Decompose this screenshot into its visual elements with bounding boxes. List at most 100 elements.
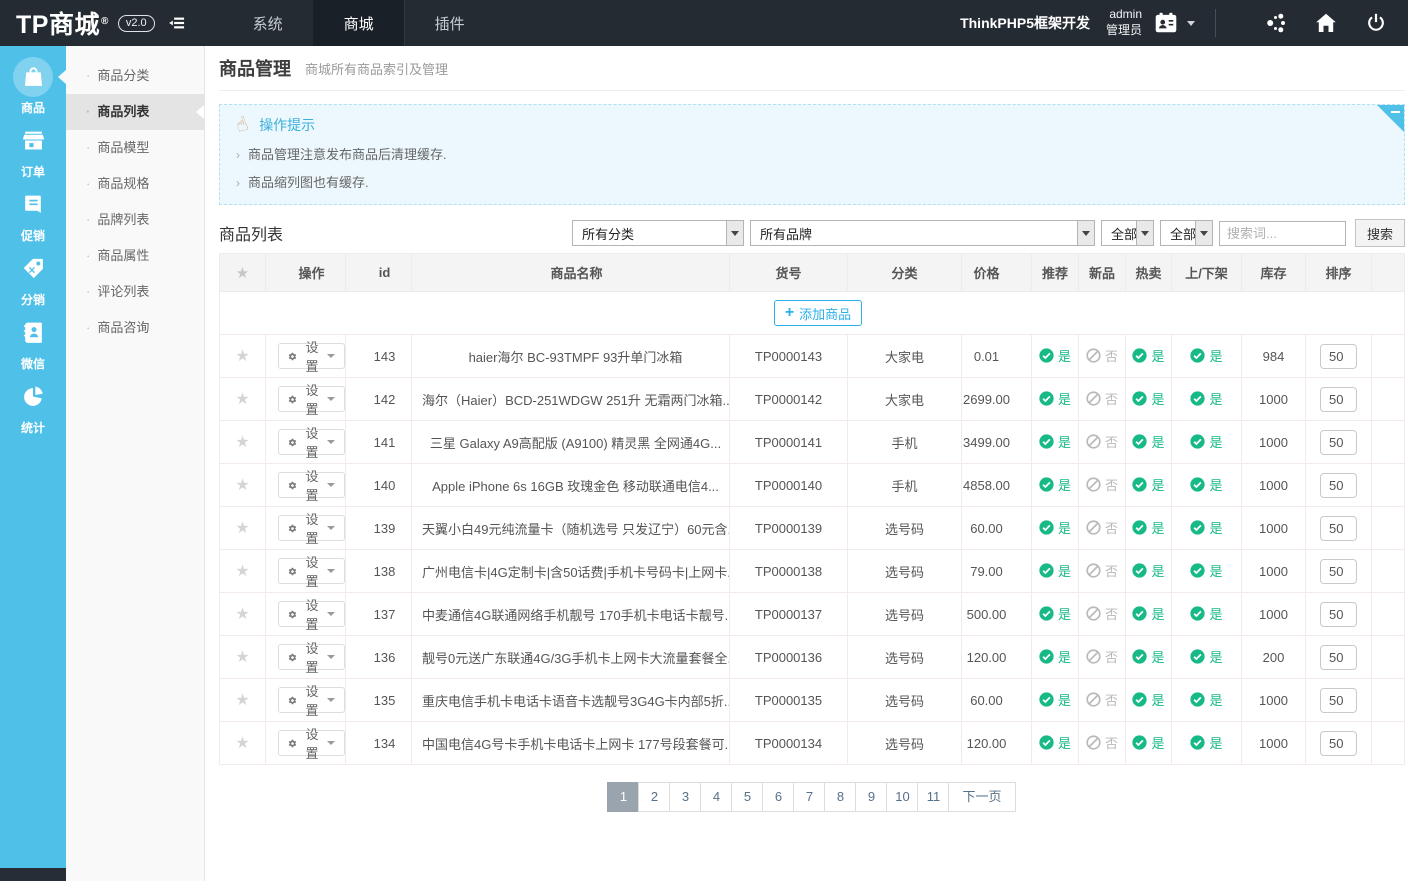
pagination-next-button[interactable]: 下一页 [948,782,1015,812]
status-no-badge[interactable]: 否 [1086,346,1118,365]
status-yes-badge[interactable]: 是 [1190,604,1222,623]
sort-input[interactable] [1320,602,1357,627]
submenu-item-3[interactable]: ·商品规格 [66,166,204,202]
pagination-page-button[interactable]: 2 [638,782,670,812]
status-yes-badge[interactable]: 是 [1039,733,1071,752]
topbar-menu-item-2[interactable]: 插件 [404,0,495,46]
star-icon[interactable]: ★ [235,348,249,365]
status-no-badge[interactable]: 否 [1086,690,1118,709]
star-icon[interactable]: ★ [235,391,249,408]
status-yes-badge[interactable]: 是 [1132,647,1164,666]
settings-button[interactable]: 设置 [278,644,345,670]
settings-button[interactable]: 设置 [278,429,345,455]
status-yes-badge[interactable]: 是 [1039,690,1071,709]
status-no-badge[interactable]: 否 [1086,561,1118,580]
status-no-badge[interactable]: 否 [1086,604,1118,623]
pagination-page-button[interactable]: 7 [793,782,825,812]
star-icon[interactable]: ★ [235,649,249,666]
star-icon[interactable]: ★ [235,477,249,494]
status-yes-badge[interactable]: 是 [1190,733,1222,752]
sort-input[interactable] [1320,645,1357,670]
sort-input[interactable] [1320,688,1357,713]
status-yes-badge[interactable]: 是 [1039,432,1071,451]
status-yes-badge[interactable]: 是 [1132,432,1164,451]
status-yes-badge[interactable]: 是 [1190,561,1222,580]
pagination-page-button[interactable]: 11 [917,782,949,812]
status-yes-badge[interactable]: 是 [1132,475,1164,494]
settings-button[interactable]: 设置 [278,343,345,369]
sidebar-item-wechat[interactable]: 微信 [0,310,66,374]
submenu-item-0[interactable]: ·商品分类 [66,58,204,94]
submenu-item-1[interactable]: ·商品列表 [66,94,204,130]
star-icon[interactable]: ★ [235,434,249,451]
pagination-page-button[interactable]: 10 [886,782,918,812]
category-select[interactable]: 所有分类 [572,220,744,246]
settings-button[interactable]: 设置 [278,558,345,584]
sort-input[interactable] [1320,516,1357,541]
status-yes-badge[interactable]: 是 [1039,518,1071,537]
submenu-item-5[interactable]: ·商品属性 [66,238,204,274]
status-yes-badge[interactable]: 是 [1039,346,1071,365]
submenu-item-7[interactable]: ·商品咨询 [66,310,204,346]
star-icon[interactable]: ★ [235,735,249,752]
status-yes-badge[interactable]: 是 [1190,647,1222,666]
status-no-badge[interactable]: 否 [1086,647,1118,666]
status-yes-badge[interactable]: 是 [1190,475,1222,494]
status-yes-badge[interactable]: 是 [1190,690,1222,709]
submenu-item-4[interactable]: ·品牌列表 [66,202,204,238]
status-yes-badge[interactable]: 是 [1132,389,1164,408]
status-yes-badge[interactable]: 是 [1039,647,1071,666]
status-yes-badge[interactable]: 是 [1132,346,1164,365]
status-yes-badge[interactable]: 是 [1132,733,1164,752]
sort-input[interactable] [1320,473,1357,498]
sort-input[interactable] [1320,731,1357,756]
sidebar-item-orders[interactable]: 订单 [0,118,66,182]
pagination-page-button[interactable]: 8 [824,782,856,812]
search-input[interactable] [1219,221,1346,246]
settings-button[interactable]: 设置 [278,515,345,541]
status-yes-badge[interactable]: 是 [1132,604,1164,623]
status-yes-badge[interactable]: 是 [1039,561,1071,580]
sidebar-item-stats[interactable]: 统计 [0,374,66,438]
status-no-badge[interactable]: 否 [1086,432,1118,451]
status-no-badge[interactable]: 否 [1086,475,1118,494]
sidebar-item-goods[interactable]: 商品 [0,54,66,118]
logout-button[interactable] [1364,11,1388,35]
sort-input[interactable] [1320,430,1357,455]
user-menu-button[interactable] [1152,10,1195,36]
settings-button[interactable]: 设置 [278,601,345,627]
status-yes-badge[interactable]: 是 [1190,389,1222,408]
pagination-page-button[interactable]: 1 [607,782,639,812]
sort-input[interactable] [1320,344,1357,369]
status-select-b[interactable]: 全部 [1160,220,1213,246]
pagination-page-button[interactable]: 6 [762,782,794,812]
sidebar-item-promo[interactable]: 促销 [0,182,66,246]
status-yes-badge[interactable]: 是 [1132,518,1164,537]
sidebar-item-dist[interactable]: 分销 [0,246,66,310]
star-icon[interactable]: ★ [235,563,249,580]
settings-button[interactable]: 设置 [278,687,345,713]
status-yes-badge[interactable]: 是 [1190,432,1222,451]
home-button[interactable] [1314,11,1338,35]
submenu-item-2[interactable]: ·商品模型 [66,130,204,166]
status-yes-badge[interactable]: 是 [1039,475,1071,494]
add-product-button[interactable]: + 添加商品 [774,300,862,326]
status-yes-badge[interactable]: 是 [1190,346,1222,365]
clear-cache-button[interactable] [1264,11,1288,35]
search-button[interactable]: 搜索 [1355,219,1405,247]
status-no-badge[interactable]: 否 [1086,389,1118,408]
status-yes-badge[interactable]: 是 [1039,389,1071,408]
status-yes-badge[interactable]: 是 [1132,561,1164,580]
status-no-badge[interactable]: 否 [1086,733,1118,752]
settings-button[interactable]: 设置 [278,386,345,412]
status-yes-badge[interactable]: 是 [1132,690,1164,709]
star-icon[interactable]: ★ [235,692,249,709]
pagination-page-button[interactable]: 5 [731,782,763,812]
status-select-a[interactable]: 全部 [1101,220,1154,246]
brand-select[interactable]: 所有品牌 [750,220,1095,246]
topbar-menu-item-0[interactable]: 系统 [223,0,313,46]
collapse-menu-button[interactable] [155,0,199,46]
pagination-page-button[interactable]: 4 [700,782,732,812]
settings-button[interactable]: 设置 [278,472,345,498]
star-icon[interactable]: ★ [235,606,249,623]
